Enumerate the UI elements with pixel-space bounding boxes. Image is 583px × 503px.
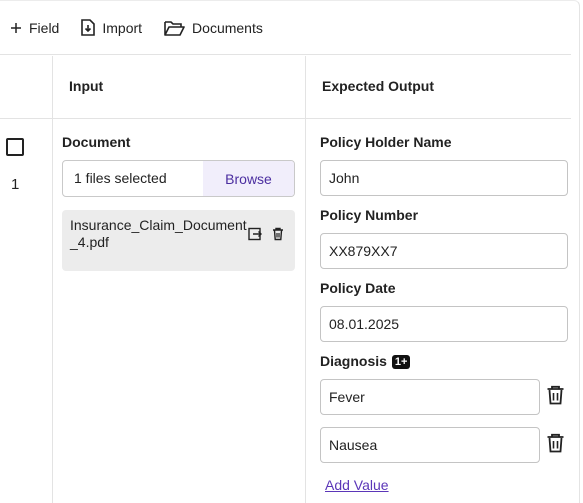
delete-value-icon[interactable] xyxy=(546,433,565,458)
documents-button[interactable]: Documents xyxy=(164,20,263,36)
import-label: Import xyxy=(102,19,143,36)
policy-number-input[interactable]: XX879XX7 xyxy=(320,233,568,269)
header-divider xyxy=(0,118,571,119)
policy-number-label: Policy Number xyxy=(320,207,419,223)
uploaded-file-item: Insurance_Claim_Document_4.pdf xyxy=(62,210,295,271)
diagnosis-value-input[interactable]: Nausea xyxy=(320,427,540,463)
policy-date-input[interactable]: 08.01.2025 xyxy=(320,306,568,342)
policy-holder-name-label: Policy Holder Name xyxy=(320,134,452,150)
file-upload-field: 1 files selected Browse xyxy=(62,160,295,197)
add-field-label: Field xyxy=(29,19,60,36)
column-divider xyxy=(305,56,306,503)
diagnosis-value-input[interactable]: Fever xyxy=(320,379,540,415)
toolbar: Field Import Documents xyxy=(0,1,571,55)
file-name: Insurance_Claim_Document_4.pdf xyxy=(70,217,247,250)
folder-open-icon xyxy=(164,20,185,36)
plus-icon xyxy=(10,22,22,34)
add-value-link[interactable]: Add Value xyxy=(325,477,389,493)
policy-holder-name-input[interactable]: John xyxy=(320,160,568,196)
data-table-card: Field Import Documents Input Expected Ou… xyxy=(0,0,580,503)
delete-file-icon[interactable] xyxy=(272,227,284,246)
delete-value-icon[interactable] xyxy=(546,385,565,410)
diagnosis-label: Diagnosis 1+ xyxy=(320,353,411,370)
browse-button[interactable]: Browse xyxy=(203,161,294,196)
row-number: 1 xyxy=(11,176,20,193)
import-button[interactable]: Import xyxy=(81,19,142,36)
column-divider xyxy=(52,56,53,503)
file-import-icon xyxy=(81,19,96,36)
column-header-input: Input xyxy=(69,78,104,94)
policy-date-label: Policy Date xyxy=(320,280,396,296)
files-selected-text: 1 files selected xyxy=(74,170,167,186)
diagnosis-label-text: Diagnosis xyxy=(320,353,387,369)
document-label: Document xyxy=(62,134,131,150)
row-checkbox[interactable] xyxy=(6,138,24,156)
documents-label: Documents xyxy=(192,19,263,36)
column-header-expected-output: Expected Output xyxy=(322,78,435,94)
open-file-icon[interactable] xyxy=(248,227,262,246)
multi-value-badge: 1+ xyxy=(391,355,411,369)
add-field-button[interactable]: Field xyxy=(10,20,59,36)
